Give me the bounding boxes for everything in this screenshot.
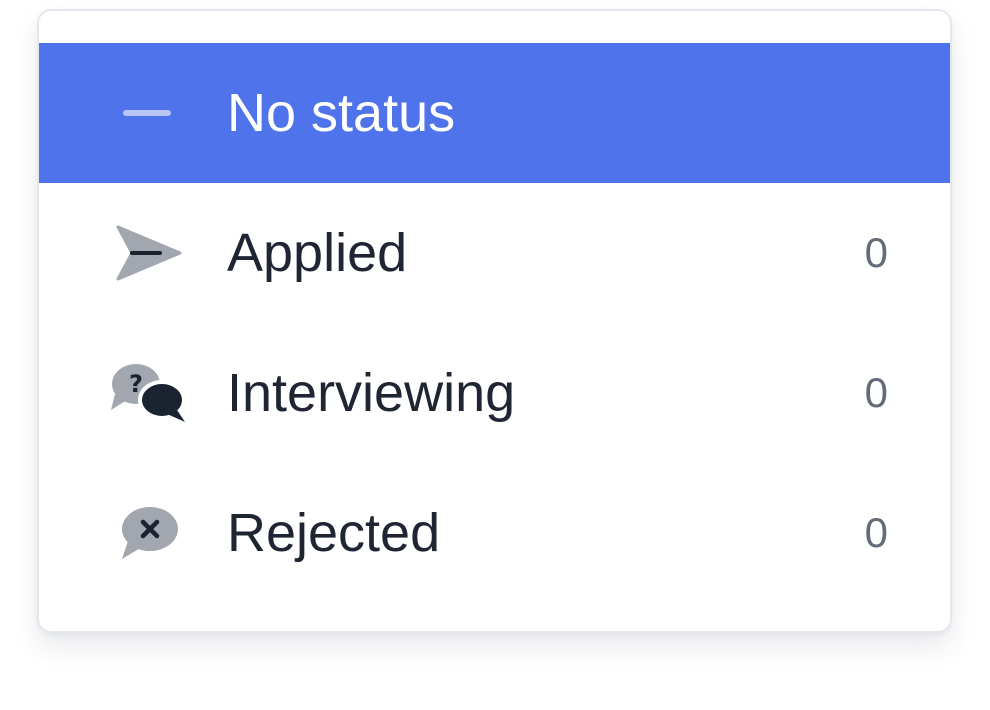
dash-icon xyxy=(105,43,191,183)
status-option-no-status[interactable]: No status xyxy=(39,43,950,183)
status-option-count: 0 xyxy=(864,509,888,556)
status-dropdown-menu: No status Applied 0 ? Interviewing 0 Rej… xyxy=(37,9,952,633)
status-option-rejected[interactable]: Rejected 0 xyxy=(39,463,950,603)
send-icon xyxy=(105,183,191,323)
status-option-interviewing[interactable]: ? Interviewing 0 xyxy=(39,323,950,463)
chat-question-icon: ? xyxy=(105,323,191,463)
status-option-applied[interactable]: Applied 0 xyxy=(39,183,950,323)
status-option-label: Interviewing xyxy=(227,363,516,423)
chat-x-icon xyxy=(105,463,191,603)
status-option-count: 0 xyxy=(864,229,888,276)
status-option-label: Rejected xyxy=(227,503,441,563)
status-option-label: Applied xyxy=(227,223,408,283)
status-option-label: No status xyxy=(227,83,456,143)
status-option-count: 0 xyxy=(864,369,888,416)
svg-text:?: ? xyxy=(129,370,143,398)
